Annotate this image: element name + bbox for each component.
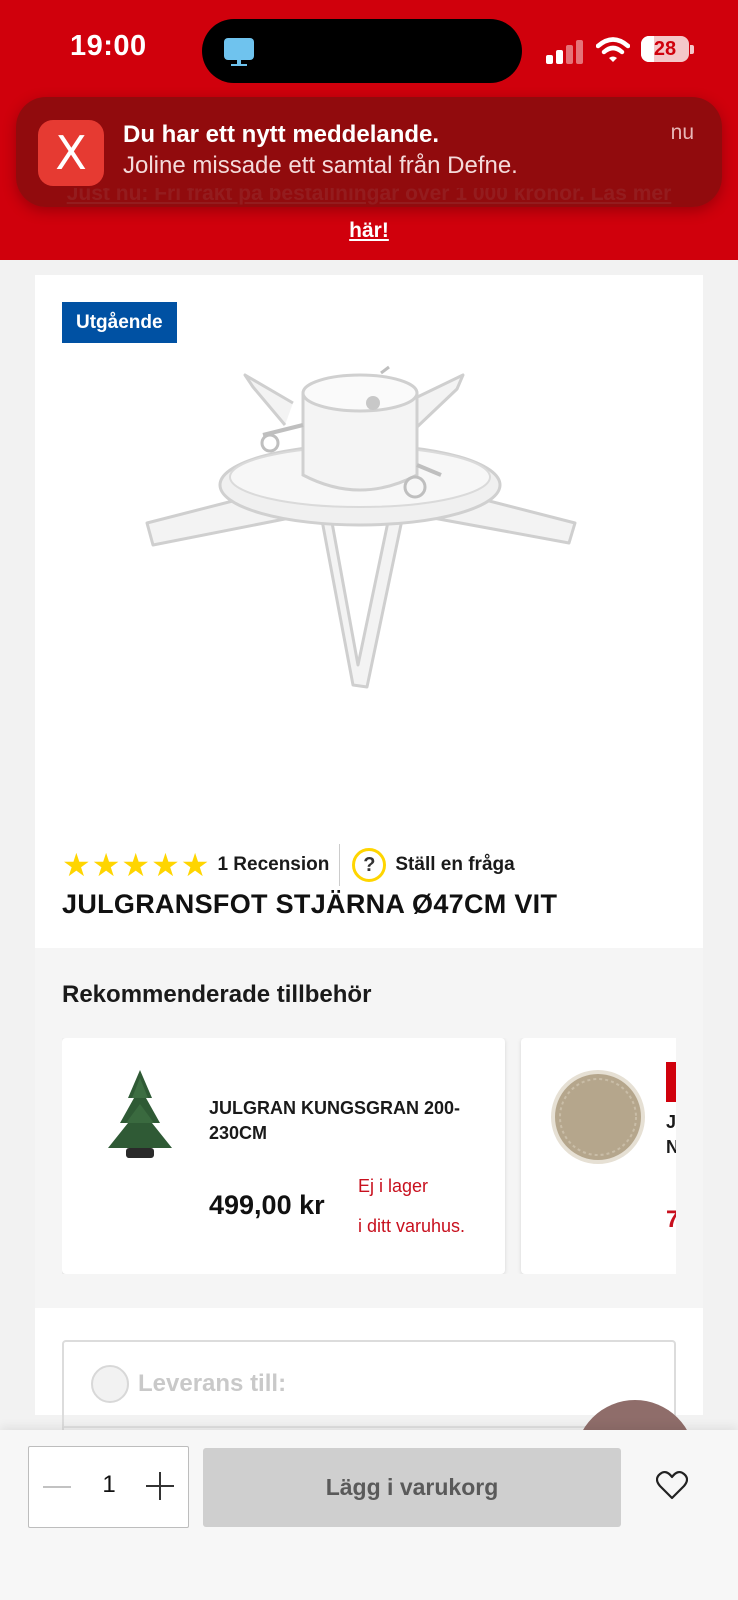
accessory-price-partial: 7	[666, 1206, 676, 1233]
accessory-name-partial[interactable]: J N	[666, 1110, 676, 1160]
product-image[interactable]	[145, 365, 595, 705]
heart-icon[interactable]	[656, 1470, 688, 1500]
accessory-name[interactable]: JULGRAN KUNGSGRAN 200-230CM	[209, 1096, 469, 1146]
star-icon: ★	[91, 846, 121, 884]
notification-title: Du har ett nytt meddelande.	[123, 121, 440, 148]
ask-question-link[interactable]: Ställ en fråga	[395, 854, 514, 876]
bottom-action-bar: 1 Lägg i varukorg	[0, 1430, 738, 1600]
wifi-icon	[596, 37, 630, 62]
battery-icon: 28	[641, 36, 694, 62]
add-to-cart-button[interactable]: Lägg i varukorg	[203, 1448, 621, 1527]
stock-status: Ej i lager	[358, 1176, 429, 1196]
quantity-value[interactable]: 1	[87, 1471, 131, 1499]
section-heading: Rekommenderade tillbehör	[62, 981, 372, 1008]
cellular-signal-icon	[546, 38, 586, 64]
sale-marker	[666, 1062, 676, 1102]
accessories-section: Rekommenderade tillbehör JULGRAN KUNGSGR…	[35, 948, 703, 1308]
x-app-icon: X	[38, 120, 104, 186]
minus-icon[interactable]	[43, 1472, 73, 1502]
star-rating[interactable]: ★ ★ ★ ★ ★	[62, 849, 209, 881]
plus-icon[interactable]	[145, 1471, 175, 1501]
delivery-label: Leverans till:	[138, 1370, 287, 1397]
delivery-radio[interactable]	[91, 1365, 129, 1403]
notification-banner[interactable]: X Du har ett nytt meddelande. Joline mis…	[16, 97, 722, 207]
quantity-stepper: 1	[28, 1446, 189, 1528]
notification-time: nu	[670, 121, 694, 144]
promo-link[interactable]: här!	[349, 219, 389, 242]
accessory-card[interactable]: J N 7	[521, 1038, 676, 1274]
status-badge: Utgående	[62, 302, 177, 343]
tv-icon	[224, 38, 254, 66]
star-icon: ★	[151, 846, 180, 884]
accessories-carousel[interactable]: JULGRAN KUNGSGRAN 200-230CM 499,00 kr Ej…	[62, 1038, 676, 1274]
product-title: JULGRANSFOT STJÄRNA Ø47CM VIT	[62, 889, 558, 919]
stock-status-detail: i ditt varuhus.	[358, 1216, 466, 1236]
tree-skirt-image	[551, 1070, 645, 1164]
accessory-card[interactable]: JULGRAN KUNGSGRAN 200-230CM 499,00 kr Ej…	[62, 1038, 505, 1274]
christmas-tree-image	[108, 1070, 172, 1158]
star-icon: ★	[62, 846, 91, 884]
accessory-price: 499,00 kr	[209, 1190, 325, 1220]
star-icon: ★	[180, 846, 210, 884]
divider	[64, 1426, 674, 1428]
divider	[339, 844, 341, 886]
status-time: 19:00	[70, 30, 147, 62]
notification-body: Joline missade ett samtal från Defne.	[123, 152, 518, 179]
battery-percent: 28	[653, 38, 677, 60]
product-card: Utgående ★ ★ ★ ★ ★ 1 Recension ? Ställ e…	[35, 275, 703, 1460]
dynamic-island	[202, 19, 522, 83]
review-count-link[interactable]: 1 Recension	[217, 854, 329, 876]
rating-row: ★ ★ ★ ★ ★ 1 Recension ? Ställ en fråga	[62, 843, 515, 887]
question-icon[interactable]: ?	[352, 848, 387, 882]
star-icon: ★	[121, 846, 151, 884]
